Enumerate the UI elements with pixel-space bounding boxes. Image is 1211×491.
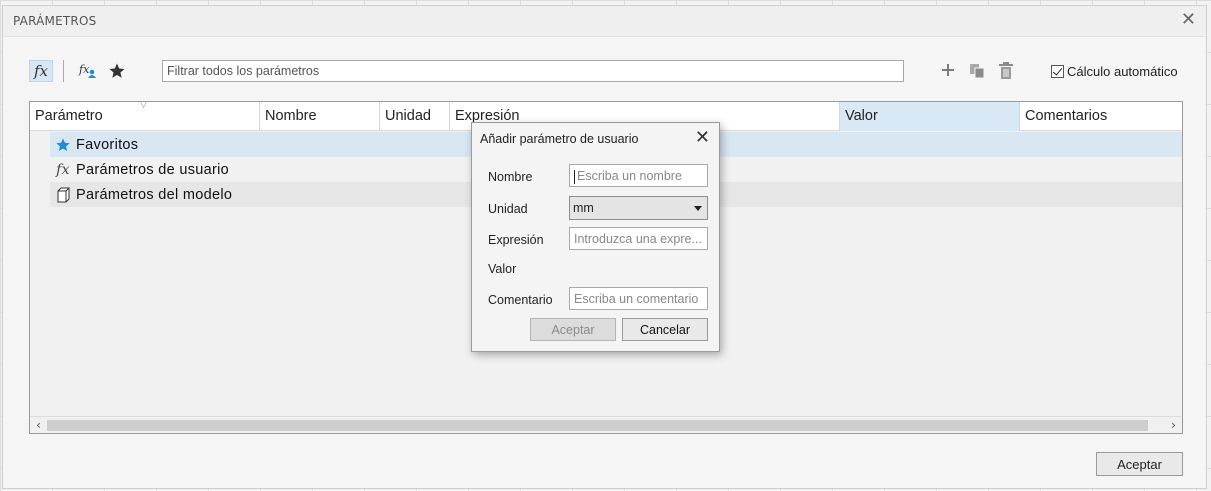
row-label: Parámetros del modelo [76, 186, 233, 203]
row-label: Favoritos [76, 136, 139, 153]
title-bar: PARÁMETROS ✕ [3, 6, 1206, 37]
dialog-cancel-button[interactable]: Cancelar [622, 318, 708, 341]
auto-calc-toggle[interactable]: Cálculo automático [1051, 64, 1178, 79]
unit-select[interactable]: mm [569, 196, 708, 220]
trash-icon[interactable] [997, 62, 1015, 80]
comment-label: Comentario [488, 293, 553, 307]
filter-input[interactable]: Filtrar todos los parámetros [162, 60, 904, 82]
model-cube-icon [52, 187, 74, 203]
value-label: Valor [488, 262, 517, 276]
dialog-accept-button[interactable]: Aceptar [530, 318, 616, 341]
toolbar: fx fx Filtrar todos los parámetros Cálcu… [3, 56, 1206, 86]
expression-input[interactable]: Introduzca una expre... [569, 227, 708, 250]
comment-input[interactable]: Escriba un comentario [569, 287, 708, 310]
name-input[interactable]: Escriba un nombre [569, 164, 708, 187]
chevron-down-icon [694, 206, 702, 211]
close-icon[interactable]: ✕ [1181, 11, 1196, 29]
name-label: Nombre [488, 170, 533, 184]
sort-chevron-icon: ▽ [140, 101, 147, 109]
star-icon[interactable] [105, 60, 129, 82]
expression-label: Expresión [488, 233, 544, 247]
window-title: PARÁMETROS [13, 14, 97, 28]
scroll-right-icon[interactable]: › [1165, 418, 1182, 432]
auto-calc-checkbox[interactable] [1051, 65, 1064, 78]
column-header-value[interactable]: Valor [840, 102, 1020, 131]
scroll-left-icon[interactable]: ‹ [30, 418, 47, 432]
close-icon[interactable]: ✕ [695, 127, 710, 148]
unit-select-value: mm [573, 201, 594, 215]
add-user-parameter-dialog: Añadir parámetro de usuario ✕ Nombre Esc… [471, 122, 720, 352]
copy-icon[interactable] [968, 62, 986, 80]
user-fx-icon[interactable]: fx [76, 60, 100, 82]
row-label: Parámetros de usuario [76, 161, 229, 178]
auto-calc-label: Cálculo automático [1067, 64, 1178, 79]
toolbar-divider [63, 60, 64, 82]
horizontal-scrollbar[interactable]: ‹ › [30, 416, 1182, 433]
svg-text:fx: fx [78, 63, 90, 76]
unit-label: Unidad [488, 202, 528, 216]
dialog-title: Añadir parámetro de usuario [480, 132, 639, 146]
column-header-parameter[interactable]: ▽ Parámetro [30, 102, 260, 131]
star-icon [52, 137, 74, 153]
column-header-comments[interactable]: Comentarios [1020, 102, 1182, 131]
fx-icon: fx [56, 161, 70, 178]
accept-button[interactable]: Aceptar [1096, 452, 1183, 476]
column-header-unit[interactable]: Unidad [380, 102, 450, 131]
fx-icon[interactable]: fx [29, 60, 53, 82]
scrollbar-thumb[interactable] [47, 420, 1148, 431]
plus-icon[interactable] [939, 62, 957, 80]
column-header-name[interactable]: Nombre [260, 102, 380, 131]
